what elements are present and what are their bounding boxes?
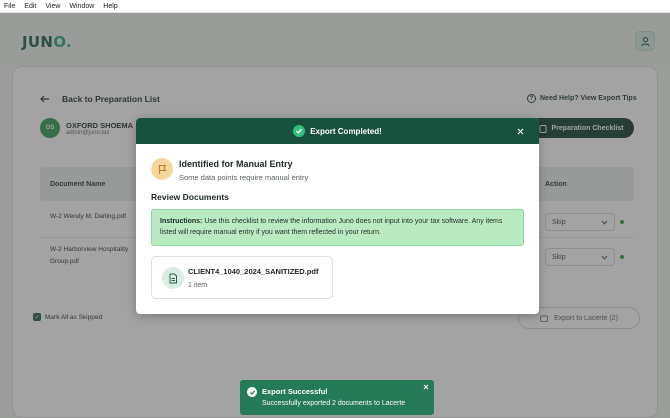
instructions-text: Use this checklist to review the informa… [160,218,503,236]
manual-entry-title: Identified for Manual Entry [179,159,293,169]
menu-window[interactable]: Window [69,3,94,10]
toast-title: Export Successful [262,387,328,396]
close-icon[interactable] [422,383,430,391]
export-completed-modal: Export Completed! Identified for Manual … [136,118,539,314]
toast-message: Successfully exported 2 documents to Lac… [262,400,406,407]
modal-header: Export Completed! [136,118,539,144]
menu-help[interactable]: Help [103,3,117,10]
menu-view[interactable]: View [45,3,60,10]
menubar: File Edit View Window Help [0,0,670,13]
modal-title: Export Completed! [310,126,382,136]
review-documents-heading: Review Documents [151,192,229,202]
document-item-count: 1 item [188,282,208,289]
document-name: CLIENT4_1040_2024_SANITIZED.pdf [188,267,319,276]
instructions-label: Instructions: [160,218,203,225]
document-icon [162,267,184,289]
close-icon[interactable] [515,126,525,136]
menu-file[interactable]: File [4,3,15,10]
check-circle-icon [247,387,257,397]
menu-edit[interactable]: Edit [24,3,36,10]
document-card[interactable]: CLIENT4_1040_2024_SANITIZED.pdf 1 item [151,256,333,299]
export-success-toast: Export Successful Successfully exported … [240,380,434,415]
manual-entry-subtitle: Some data points require manual entry [179,173,309,182]
instructions-box: Instructions: Use this checklist to revi… [151,209,524,246]
check-circle-icon [293,125,306,137]
flag-icon [151,158,173,180]
